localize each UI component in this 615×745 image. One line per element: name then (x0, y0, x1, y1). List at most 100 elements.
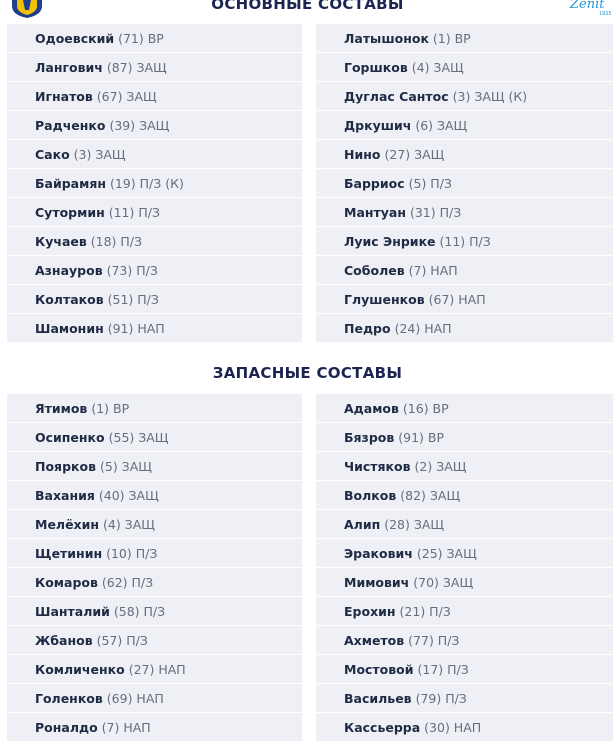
player-number-position: (1) ВР (91, 400, 130, 416)
player-entry: Мантуан (31) П/З (316, 205, 461, 220)
player-name: Алип (344, 516, 381, 532)
player-entry: Дркушич (6) ЗАЩ (316, 118, 467, 133)
away-substitutes: Адамов (16) ВР Бязров (91) ВР Чистяков (2)… (316, 394, 613, 742)
player-entry: Роналдо (7) НАП (7, 720, 151, 735)
player-row: Дркушич (6) ЗАЩ (316, 111, 613, 140)
player-entry: Игнатов (67) ЗАЩ (7, 89, 157, 104)
player-row: Латышонок (1) ВР (316, 24, 613, 53)
player-name: Поярков (35, 458, 97, 474)
player-name: Мантуан (344, 204, 406, 220)
player-row: Ахметов (77) П/З (316, 626, 613, 655)
player-number-position: (27) ЗАЩ (384, 146, 445, 162)
player-row: Алип (28) ЗАЩ (316, 510, 613, 539)
player-row: Ерохин (21) П/З (316, 597, 613, 626)
player-row: Мелёхин (4) ЗАЩ (7, 510, 302, 539)
player-entry: Байрамян (19) П/З (К) (7, 176, 184, 191)
player-number-position: (11) П/З (108, 204, 160, 220)
player-name: Барриос (344, 175, 405, 191)
player-name: Одоевский (35, 30, 115, 46)
player-row: Адамов (16) ВР (316, 394, 613, 423)
player-number-position: (5) ЗАЩ (100, 458, 152, 474)
player-row: Соболев (7) НАП (316, 256, 613, 285)
player-name: Осипенко (35, 429, 105, 445)
player-name: Шамонин (35, 320, 104, 336)
player-entry: Нино (27) ЗАЩ (316, 147, 444, 162)
player-entry: Щетинин (10) П/З (7, 546, 157, 561)
player-number-position: (7) НАП (101, 719, 151, 735)
substitutes-title: ЗАПАСНЫЕ СОСТАВЫ (212, 364, 403, 382)
player-name: Байрамян (35, 175, 106, 191)
player-row: Волков (82) ЗАЩ (316, 481, 613, 510)
player-entry: Кучаев (18) П/З (7, 234, 142, 249)
player-entry: Кассьерра (30) НАП (316, 720, 481, 735)
player-number-position: (58) П/З (113, 603, 166, 619)
player-name: Радченко (35, 117, 106, 133)
player-name: Кассьерра (344, 719, 421, 735)
player-name: Соболев (344, 262, 405, 278)
player-name: Мелёхин (35, 516, 100, 532)
player-name: Роналдо (35, 719, 98, 735)
player-entry: Эракович (25) ЗАЩ (316, 546, 477, 561)
player-entry: Шанталий (58) П/З (7, 604, 165, 619)
player-name: Жбанов (35, 632, 93, 648)
player-row: Луис Энрике (11) П/З (316, 227, 613, 256)
player-entry: Азнауров (73) П/З (7, 263, 158, 278)
player-number-position: (73) П/З (106, 262, 158, 278)
player-name: Эракович (344, 545, 413, 561)
player-entry: Латышонок (1) ВР (316, 31, 471, 46)
player-row: Бязров (91) ВР (316, 423, 613, 452)
player-number-position: (67) ЗАЩ (96, 88, 157, 104)
player-row: Байрамян (19) П/З (К) (7, 169, 302, 198)
player-number-position: (40) ЗАЩ (98, 487, 159, 503)
player-row: Сако (3) ЗАЩ (7, 140, 302, 169)
home-main-lineup: Одоевский (71) ВР Лангович (87) ЗАЩ Игнато… (7, 24, 302, 343)
player-entry: Жбанов (57) П/З (7, 633, 148, 648)
player-entry: Мимович (70) ЗАЩ (316, 575, 473, 590)
player-name: Щетинин (35, 545, 103, 561)
player-number-position: (30) НАП (424, 719, 482, 735)
player-name: Сако (35, 146, 70, 162)
player-entry: Дуглас Сантос (3) ЗАЩ (К) (316, 89, 527, 104)
player-number-position: (18) П/З (90, 233, 143, 249)
player-entry: Барриос (5) П/З (316, 176, 452, 191)
player-entry: Осипенко (55) ЗАЩ (7, 430, 168, 445)
player-name: Шанталий (35, 603, 110, 619)
player-row: Мимович (70) ЗАЩ (316, 568, 613, 597)
player-entry: Мелёхин (4) ЗАЩ (7, 517, 155, 532)
player-number-position: (17) П/З (417, 661, 469, 677)
player-number-position: (51) П/З (107, 291, 159, 307)
player-name: Мимович (344, 574, 410, 590)
player-row: Колтаков (51) П/З (7, 285, 302, 314)
player-name: Ерохин (344, 603, 396, 619)
player-entry: Сутормин (11) П/З (7, 205, 160, 220)
player-row: Одоевский (71) ВР (7, 24, 302, 53)
player-entry: Алип (28) ЗАЩ (316, 517, 444, 532)
player-name: Нино (344, 146, 381, 162)
player-entry: Мостовой (17) П/З (316, 662, 469, 677)
player-number-position: (3) ЗАЩ (К) (452, 88, 528, 104)
player-entry: Поярков (5) ЗАЩ (7, 459, 152, 474)
player-name: Сутормин (35, 204, 105, 220)
player-number-position: (3) ЗАЩ (73, 146, 126, 162)
player-row: Кассьерра (30) НАП (316, 713, 613, 742)
player-number-position: (67) НАП (428, 291, 486, 307)
player-number-position: (71) ВР (118, 30, 164, 46)
player-number-position: (19) П/З (К) (109, 175, 184, 191)
player-row: Кучаев (18) П/З (7, 227, 302, 256)
player-entry: Васильев (79) П/З (316, 691, 467, 706)
player-row: Барриос (5) П/З (316, 169, 613, 198)
player-name: Ахметов (344, 632, 405, 648)
player-entry: Комличенко (27) НАП (7, 662, 186, 677)
player-row: Щетинин (10) П/З (7, 539, 302, 568)
player-entry: Педро (24) НАП (316, 321, 452, 336)
player-row: Радченко (39) ЗАЩ (7, 111, 302, 140)
player-row: Эракович (25) ЗАЩ (316, 539, 613, 568)
player-number-position: (28) ЗАЩ (384, 516, 445, 532)
player-row: Жбанов (57) П/З (7, 626, 302, 655)
player-number-position: (2) ЗАЩ (414, 458, 467, 474)
player-name: Педро (344, 320, 391, 336)
player-number-position: (24) НАП (394, 320, 452, 336)
player-number-position: (70) ЗАЩ (413, 574, 474, 590)
player-row: Азнауров (73) П/З (7, 256, 302, 285)
player-entry: Волков (82) ЗАЩ (316, 488, 460, 503)
